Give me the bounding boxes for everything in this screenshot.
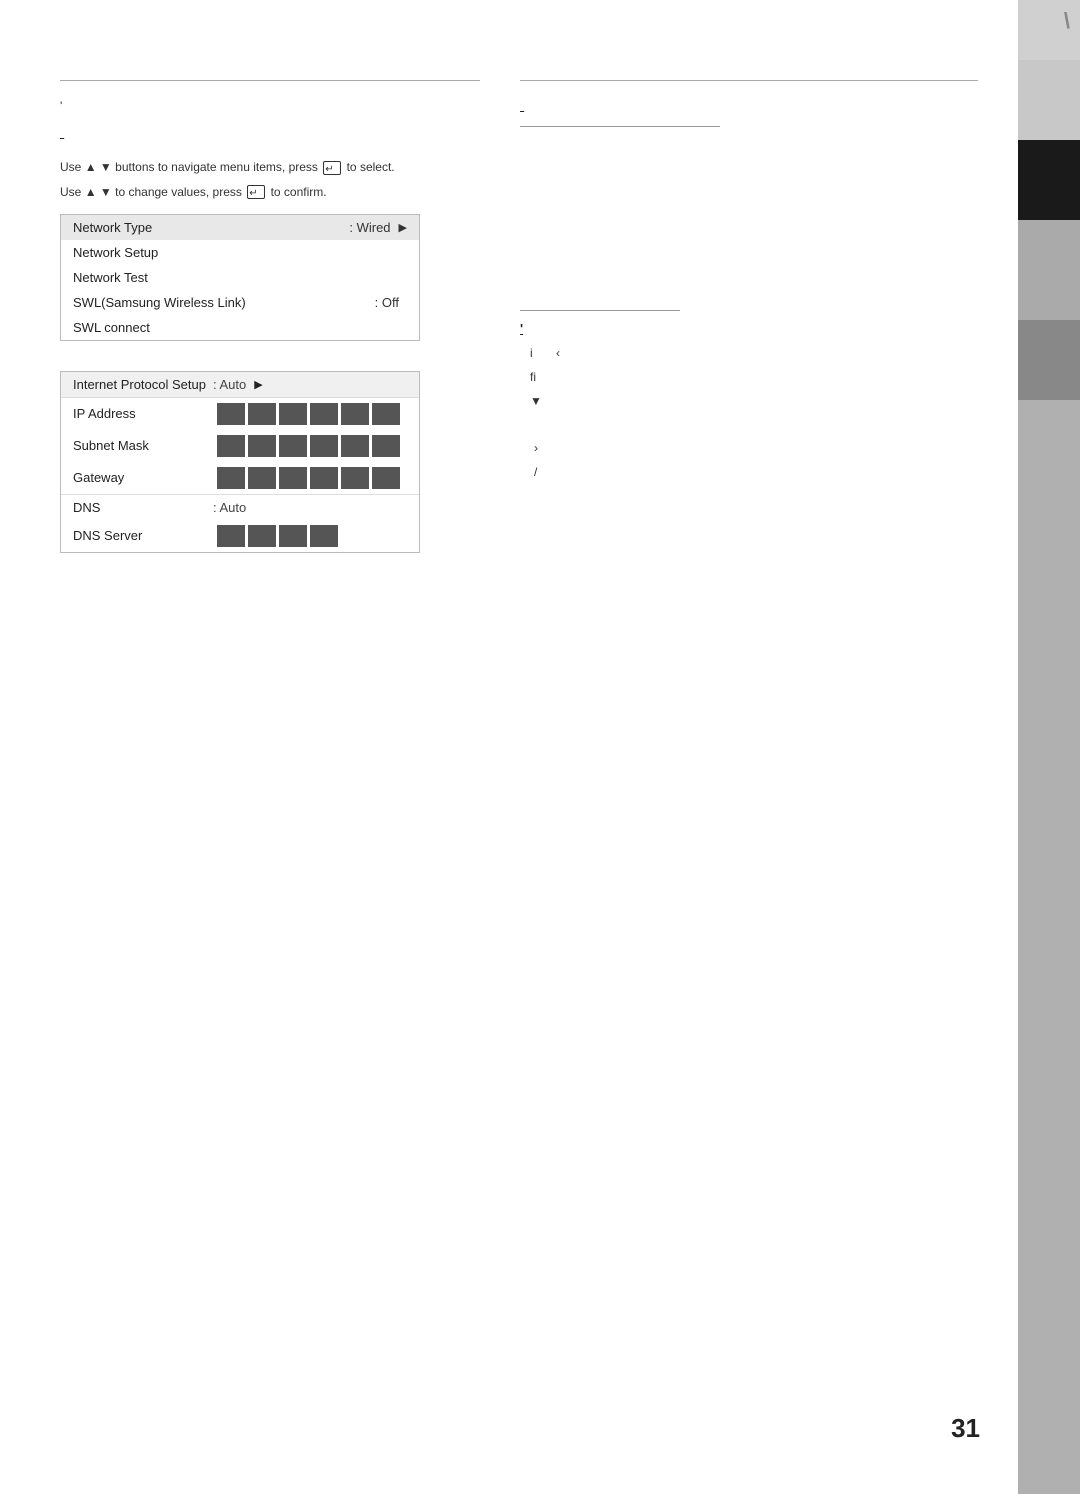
ip-panel: Internet Protocol Setup : Auto ▶ IP Addr… [60,371,420,553]
gateway-block-3 [279,467,307,489]
ip-block-1 [217,403,245,425]
network-type-label: Network Type [73,220,349,235]
top-hr-left [60,80,480,81]
right-body-5 [520,276,978,296]
right-body-4 [520,242,978,262]
ip-block-4 [310,403,338,425]
ip-protocol-label: Internet Protocol Setup [73,377,213,392]
network-setup-label: Network Setup [73,245,407,260]
subnet-mask-label: Subnet Mask [73,438,213,453]
dns-label: DNS [73,500,213,515]
dns-server-row: DNS Server [61,520,419,552]
intro-text: ' [60,97,480,116]
dns-server-blocks [217,525,338,547]
subnet-block-6 [372,435,400,457]
swl-connect-row: SWL connect [61,315,419,340]
sidebar-black [1018,140,1080,220]
sidebar-dark-gray [1018,320,1080,400]
network-setup-row: Network Setup [61,240,419,265]
top-hr-right [520,80,978,81]
network-test-row: Network Test [61,265,419,290]
dns-value: : Auto [213,500,246,515]
dns-block-2 [248,525,276,547]
sidebar-gray2 [1018,400,1080,1494]
dns-block-1 [217,525,245,547]
dns-block-3 [279,525,307,547]
ip-protocol-value: : Auto [213,377,246,392]
ip-address-blocks [217,403,400,425]
gateway-label: Gateway [73,470,213,485]
ip-protocol-arrow: ▶ [254,378,262,391]
right-column: ' i ‹ fi ▼ › / [520,80,978,583]
ip-block-2 [248,403,276,425]
ip-block-5 [341,403,369,425]
ip-protocol-row: Internet Protocol Setup : Auto ▶ [61,372,419,398]
sidebar-slash [1018,0,1080,60]
swl-value: : Off [375,295,399,310]
right-heading [520,97,978,114]
dns-server-label: DNS Server [73,528,213,543]
subnet-block-1 [217,435,245,457]
right-body-3 [520,209,978,229]
ip-block-3 [279,403,307,425]
gateway-blocks [217,467,400,489]
sidebar [1018,0,1080,1494]
network-panel: Network Type : Wired ▶ Network Setup Net… [60,214,420,341]
subnet-block-2 [248,435,276,457]
right-body-1 [520,141,978,161]
swl-connect-label: SWL connect [73,320,407,335]
network-type-value: : Wired [349,220,390,235]
gateway-block-1 [217,467,245,489]
left-subheading [60,124,480,141]
note-heading: ' [520,321,978,336]
subnet-mask-row: Subnet Mask [61,430,419,462]
sidebar-mid-gray [1018,220,1080,320]
gateway-row: Gateway [61,462,419,494]
swl-label: SWL(Samsung Wireless Link) [73,295,375,310]
network-test-label: Network Test [73,270,407,285]
gateway-block-6 [372,467,400,489]
subnet-block-5 [341,435,369,457]
gateway-block-5 [341,467,369,489]
main-content: ' Use buttons to navigate menu items, pr… [0,0,1018,1494]
subnet-block-3 [279,435,307,457]
page-number: 31 [951,1413,980,1444]
sidebar-light-gray [1018,60,1080,140]
nav-instructions: Use buttons to navigate menu items, pres… [60,157,480,202]
ip-block-6 [372,403,400,425]
subnet-mask-blocks [217,435,400,457]
swl-row: SWL(Samsung Wireless Link) : Off [61,290,419,315]
dns-row: DNS : Auto [61,494,419,520]
subnet-block-4 [310,435,338,457]
two-col-layout: ' Use buttons to navigate menu items, pr… [60,80,978,583]
network-type-arrow: ▶ [399,221,407,234]
right-body-2 [520,175,978,195]
gateway-block-4 [310,467,338,489]
ip-address-row: IP Address [61,398,419,430]
left-column: ' Use buttons to navigate menu items, pr… [60,80,480,583]
network-type-row: Network Type : Wired ▶ [61,215,419,240]
note-hr [520,310,680,311]
dns-block-4 [310,525,338,547]
note-body: i ‹ fi ▼ › / [520,344,978,483]
gateway-block-2 [248,467,276,489]
ip-address-label: IP Address [73,406,213,421]
right-sub-hr [520,126,720,127]
